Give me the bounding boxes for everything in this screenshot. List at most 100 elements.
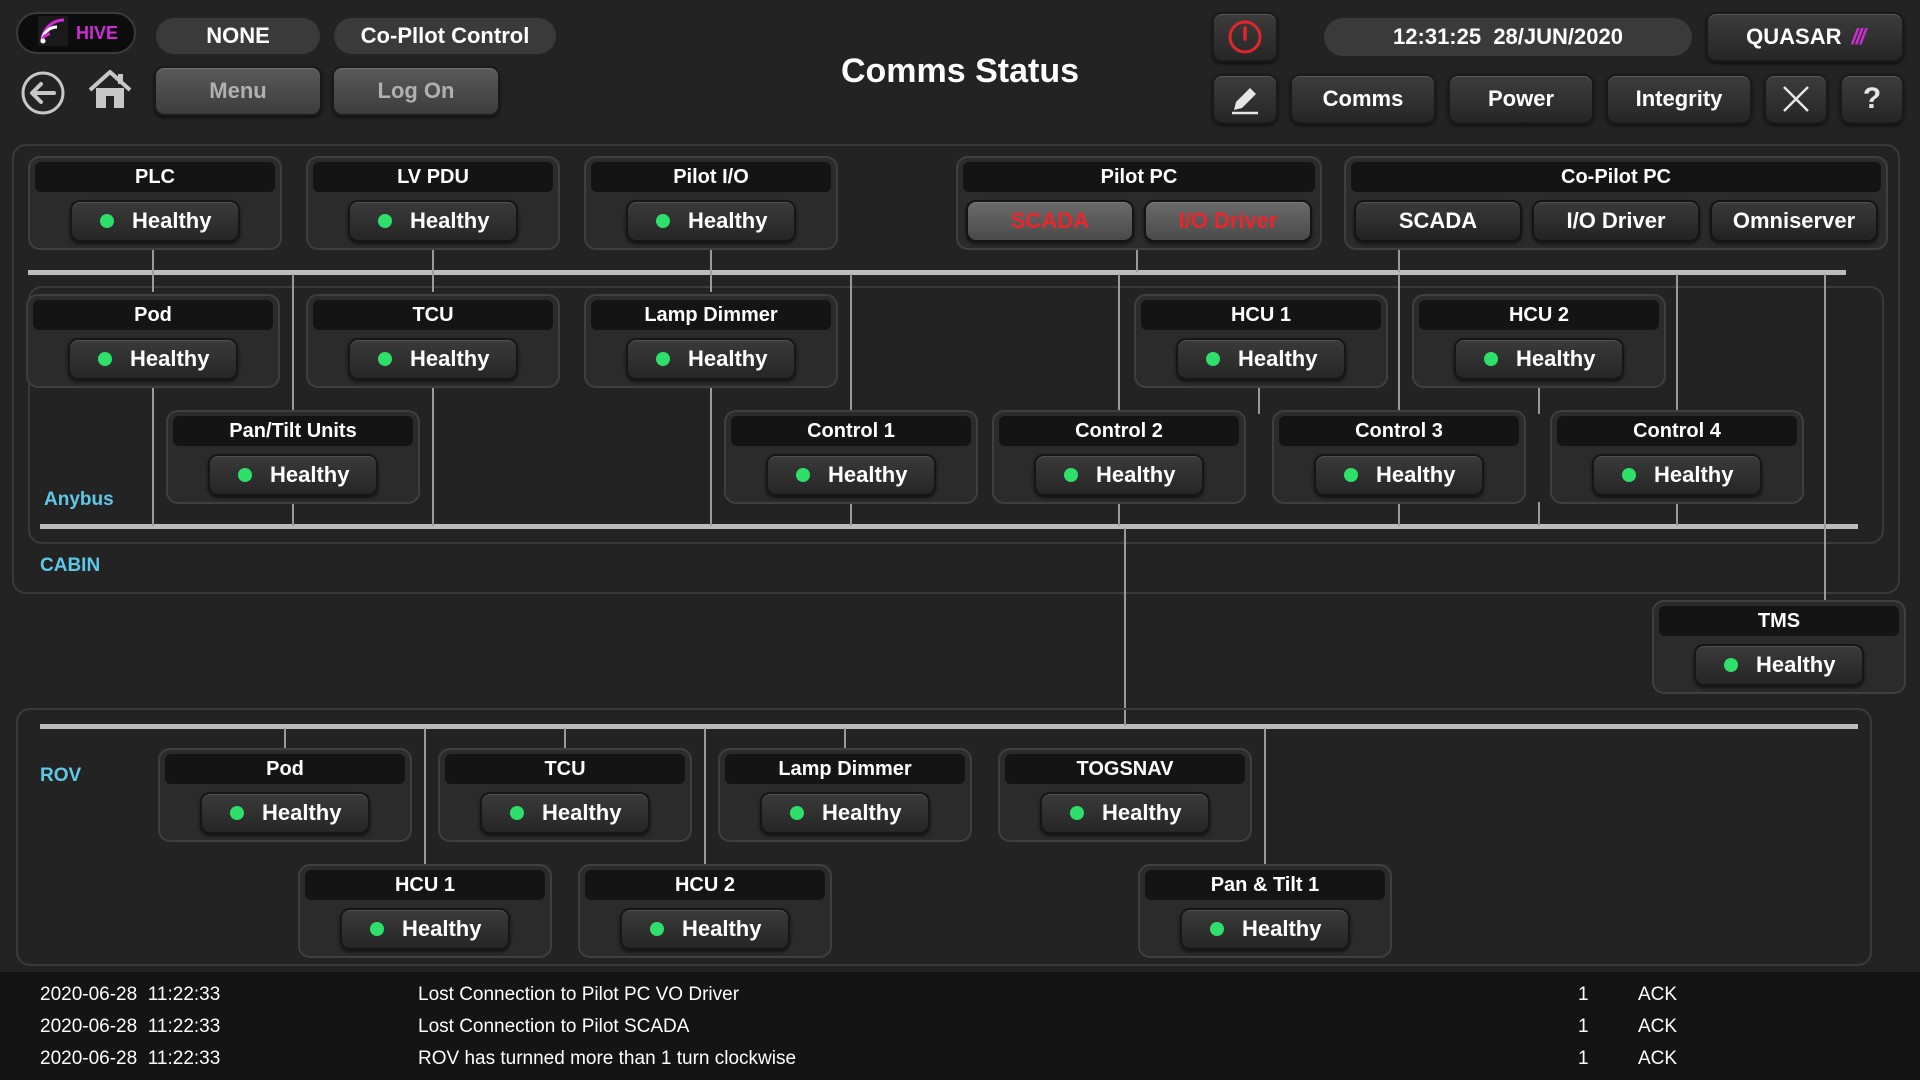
copilot-omniserver-button[interactable]: Omniserver [1710,200,1878,242]
node-status-button[interactable]: Healthy [340,908,510,950]
node-status-button[interactable]: Healthy [1040,792,1210,834]
connector [424,728,426,866]
alarm-row[interactable]: 2020-06-28 11:22:33 Lost Connection to P… [0,980,1920,1012]
cabin-bus-line [28,270,1846,275]
pilot-io-driver-button[interactable]: I/O Driver [1144,200,1312,242]
page-title: Comms Status [840,52,1080,90]
connector [152,250,154,292]
status-dot-icon [1070,806,1084,820]
node-rov-pan-tilt-1: Pan & Tilt 1 Healthy [1138,864,1392,958]
node-status-button[interactable]: Healthy [1034,454,1204,496]
node-status-button[interactable]: Healthy [626,200,796,242]
node-status-button[interactable]: Healthy [626,338,796,380]
node-title: PLC [35,162,275,192]
alarm-log: 2020-06-28 11:22:33 Lost Connection to P… [0,972,1920,1080]
help-button[interactable]: ? [1840,74,1904,124]
alarm-time: 2020-06-28 11:22:33 [40,1016,221,1037]
pilot-scada-button[interactable]: SCADA [966,200,1134,242]
hive-logo[interactable]: HIVE [16,12,136,54]
node-title: Pan/Tilt Units [173,416,413,446]
node-status-label: Healthy [822,800,902,825]
node-status-label: Healthy [130,346,210,371]
connector [1538,388,1540,414]
home-button[interactable] [86,66,134,114]
node-title: HCU 2 [585,870,825,900]
node-control-2: Control 2 Healthy [992,410,1246,504]
power-icon [1228,20,1262,54]
status-dot-icon [650,922,664,936]
connector [432,388,434,526]
pilot-pc-group: Pilot PC SCADA I/O Driver [956,156,1322,250]
nav-comms-button[interactable]: Comms [1290,74,1436,124]
status-dot-icon [100,214,114,228]
node-status-button[interactable]: Healthy [480,792,650,834]
node-control-3: Control 3 Healthy [1272,410,1526,504]
datetime-display: 12:31:25 28/JUN/2020 [1324,18,1692,56]
status-dot-icon [656,352,670,366]
copilot-scada-button[interactable]: SCADA [1354,200,1522,242]
alarm-row[interactable]: 2020-06-28 11:22:33 Lost Connection to P… [0,1012,1920,1044]
node-status-button[interactable]: Healthy [1314,454,1484,496]
node-status-button[interactable]: Healthy [348,338,518,380]
node-pan-tilt-units: Pan/Tilt Units Healthy [166,410,420,504]
connector [710,250,712,292]
node-tcu: TCU Healthy [306,294,560,388]
alarm-time: 2020-06-28 11:22:33 [40,984,221,1005]
node-status-button[interactable]: Healthy [1454,338,1624,380]
connector [284,728,286,750]
back-button[interactable] [20,70,66,116]
node-status-button[interactable]: Healthy [1180,908,1350,950]
copilot-io-driver-button[interactable]: I/O Driver [1532,200,1700,242]
node-status-button[interactable]: Healthy [1176,338,1346,380]
status-dot-icon [378,214,392,228]
edit-button[interactable] [1212,74,1278,124]
node-pilot-io: Pilot I/O Healthy [584,156,838,250]
signal-icon [38,15,68,51]
nav-power-button[interactable]: Power [1448,74,1594,124]
node-status-label: Healthy [1096,462,1176,487]
node-status-button[interactable]: Healthy [1592,454,1762,496]
node-status-button[interactable]: Healthy [766,454,936,496]
node-title: HCU 1 [305,870,545,900]
rov-trunk-connector [1124,528,1126,726]
close-button[interactable] [1764,74,1828,124]
alarm-row[interactable]: 2020-06-28 11:22:33 ROV has turnned more… [0,1044,1920,1076]
node-status-button[interactable]: Healthy [1694,644,1864,686]
node-status-button[interactable]: Healthy [208,454,378,496]
node-status-button[interactable]: Healthy [348,200,518,242]
power-button[interactable] [1212,12,1278,62]
alarm-message: ROV has turnned more than 1 turn clockwi… [418,1048,797,1069]
node-title: Lamp Dimmer [591,300,831,330]
logon-button[interactable]: Log On [332,66,500,116]
status-dot-icon [1344,468,1358,482]
node-title: TOGSNAV [1005,754,1245,784]
node-status-label: Healthy [1242,916,1322,941]
node-title: TCU [313,300,553,330]
node-title: Pan & Tilt 1 [1145,870,1385,900]
node-status-label: Healthy [542,800,622,825]
node-title: Control 2 [999,416,1239,446]
node-status-label: Healthy [132,208,212,233]
node-status-button[interactable]: Healthy [620,908,790,950]
nav-integrity-button[interactable]: Integrity [1606,74,1752,124]
node-title: Pod [33,300,273,330]
node-status-button[interactable]: Healthy [68,338,238,380]
node-status-button[interactable]: Healthy [200,792,370,834]
node-title: Control 4 [1557,416,1797,446]
node-status-label: Healthy [262,800,342,825]
node-status-label: Healthy [1238,346,1318,371]
connector [850,502,852,526]
node-status-label: Healthy [410,346,490,371]
menu-button[interactable]: Menu [154,66,322,116]
node-control-1: Control 1 Healthy [724,410,978,504]
status-dot-icon [98,352,112,366]
node-status-button[interactable]: Healthy [760,792,930,834]
status-dot-icon [1064,468,1078,482]
user-pill: NONE [156,18,320,54]
node-status-label: Healthy [1102,800,1182,825]
node-status-button[interactable]: Healthy [70,200,240,242]
node-title: TCU [445,754,685,784]
alarm-count: 1 [1578,1048,1589,1069]
alarm-state: ACK [1638,1016,1678,1037]
question-icon: ? [1862,82,1882,115]
